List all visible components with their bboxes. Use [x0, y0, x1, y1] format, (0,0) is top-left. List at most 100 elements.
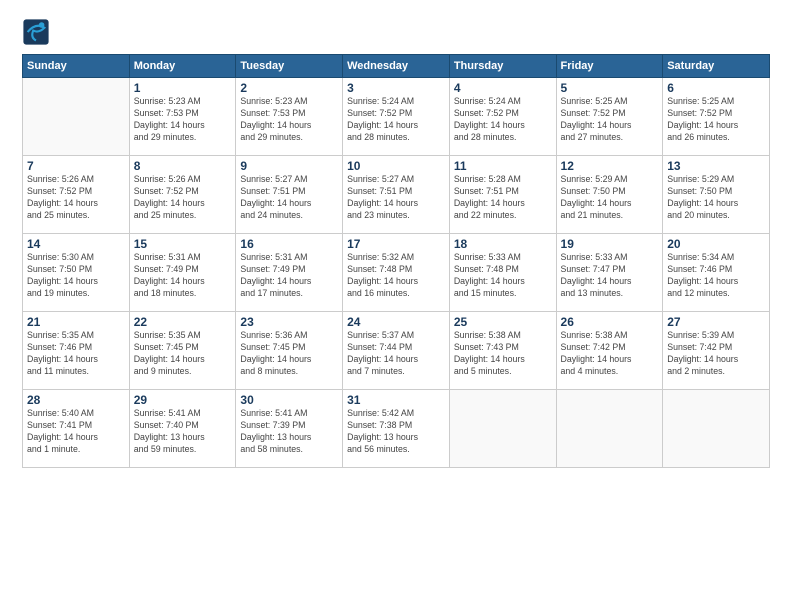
day-info: Sunrise: 5:32 AM Sunset: 7:48 PM Dayligh… [347, 252, 445, 300]
calendar-cell: 5Sunrise: 5:25 AM Sunset: 7:52 PM Daylig… [556, 78, 663, 156]
day-number: 29 [134, 393, 232, 407]
day-info: Sunrise: 5:28 AM Sunset: 7:51 PM Dayligh… [454, 174, 552, 222]
day-number: 11 [454, 159, 552, 173]
header [22, 18, 770, 46]
day-info: Sunrise: 5:25 AM Sunset: 7:52 PM Dayligh… [561, 96, 659, 144]
day-number: 4 [454, 81, 552, 95]
day-info: Sunrise: 5:41 AM Sunset: 7:40 PM Dayligh… [134, 408, 232, 456]
day-number: 5 [561, 81, 659, 95]
calendar-cell: 7Sunrise: 5:26 AM Sunset: 7:52 PM Daylig… [23, 156, 130, 234]
day-number: 14 [27, 237, 125, 251]
day-info: Sunrise: 5:40 AM Sunset: 7:41 PM Dayligh… [27, 408, 125, 456]
day-info: Sunrise: 5:33 AM Sunset: 7:47 PM Dayligh… [561, 252, 659, 300]
day-info: Sunrise: 5:23 AM Sunset: 7:53 PM Dayligh… [134, 96, 232, 144]
weekday-header: Sunday [23, 55, 130, 78]
calendar-cell: 21Sunrise: 5:35 AM Sunset: 7:46 PM Dayli… [23, 312, 130, 390]
day-info: Sunrise: 5:27 AM Sunset: 7:51 PM Dayligh… [240, 174, 338, 222]
day-number: 13 [667, 159, 765, 173]
day-number: 6 [667, 81, 765, 95]
day-number: 28 [27, 393, 125, 407]
calendar-cell: 26Sunrise: 5:38 AM Sunset: 7:42 PM Dayli… [556, 312, 663, 390]
day-number: 20 [667, 237, 765, 251]
calendar-cell: 1Sunrise: 5:23 AM Sunset: 7:53 PM Daylig… [129, 78, 236, 156]
day-number: 21 [27, 315, 125, 329]
day-info: Sunrise: 5:25 AM Sunset: 7:52 PM Dayligh… [667, 96, 765, 144]
calendar-cell: 16Sunrise: 5:31 AM Sunset: 7:49 PM Dayli… [236, 234, 343, 312]
calendar-week-row: 1Sunrise: 5:23 AM Sunset: 7:53 PM Daylig… [23, 78, 770, 156]
day-number: 10 [347, 159, 445, 173]
weekday-header-row: SundayMondayTuesdayWednesdayThursdayFrid… [23, 55, 770, 78]
day-number: 15 [134, 237, 232, 251]
day-info: Sunrise: 5:35 AM Sunset: 7:46 PM Dayligh… [27, 330, 125, 378]
calendar-cell: 31Sunrise: 5:42 AM Sunset: 7:38 PM Dayli… [343, 390, 450, 468]
logo [22, 18, 54, 46]
day-info: Sunrise: 5:37 AM Sunset: 7:44 PM Dayligh… [347, 330, 445, 378]
day-info: Sunrise: 5:36 AM Sunset: 7:45 PM Dayligh… [240, 330, 338, 378]
calendar-cell: 25Sunrise: 5:38 AM Sunset: 7:43 PM Dayli… [449, 312, 556, 390]
day-info: Sunrise: 5:42 AM Sunset: 7:38 PM Dayligh… [347, 408, 445, 456]
calendar-week-row: 21Sunrise: 5:35 AM Sunset: 7:46 PM Dayli… [23, 312, 770, 390]
calendar-week-row: 14Sunrise: 5:30 AM Sunset: 7:50 PM Dayli… [23, 234, 770, 312]
weekday-header: Saturday [663, 55, 770, 78]
day-info: Sunrise: 5:31 AM Sunset: 7:49 PM Dayligh… [134, 252, 232, 300]
day-info: Sunrise: 5:41 AM Sunset: 7:39 PM Dayligh… [240, 408, 338, 456]
day-info: Sunrise: 5:27 AM Sunset: 7:51 PM Dayligh… [347, 174, 445, 222]
calendar-cell: 6Sunrise: 5:25 AM Sunset: 7:52 PM Daylig… [663, 78, 770, 156]
calendar-cell: 12Sunrise: 5:29 AM Sunset: 7:50 PM Dayli… [556, 156, 663, 234]
day-info: Sunrise: 5:33 AM Sunset: 7:48 PM Dayligh… [454, 252, 552, 300]
day-number: 26 [561, 315, 659, 329]
calendar-cell: 9Sunrise: 5:27 AM Sunset: 7:51 PM Daylig… [236, 156, 343, 234]
day-info: Sunrise: 5:30 AM Sunset: 7:50 PM Dayligh… [27, 252, 125, 300]
day-info: Sunrise: 5:26 AM Sunset: 7:52 PM Dayligh… [134, 174, 232, 222]
calendar-cell: 18Sunrise: 5:33 AM Sunset: 7:48 PM Dayli… [449, 234, 556, 312]
day-number: 27 [667, 315, 765, 329]
calendar-cell: 8Sunrise: 5:26 AM Sunset: 7:52 PM Daylig… [129, 156, 236, 234]
calendar-cell: 3Sunrise: 5:24 AM Sunset: 7:52 PM Daylig… [343, 78, 450, 156]
day-info: Sunrise: 5:29 AM Sunset: 7:50 PM Dayligh… [561, 174, 659, 222]
day-info: Sunrise: 5:24 AM Sunset: 7:52 PM Dayligh… [347, 96, 445, 144]
day-info: Sunrise: 5:38 AM Sunset: 7:43 PM Dayligh… [454, 330, 552, 378]
calendar-cell [556, 390, 663, 468]
day-number: 25 [454, 315, 552, 329]
day-number: 18 [454, 237, 552, 251]
day-info: Sunrise: 5:24 AM Sunset: 7:52 PM Dayligh… [454, 96, 552, 144]
day-number: 24 [347, 315, 445, 329]
calendar-cell [449, 390, 556, 468]
day-number: 19 [561, 237, 659, 251]
day-number: 23 [240, 315, 338, 329]
calendar-cell [663, 390, 770, 468]
calendar-week-row: 28Sunrise: 5:40 AM Sunset: 7:41 PM Dayli… [23, 390, 770, 468]
weekday-header: Thursday [449, 55, 556, 78]
calendar-cell: 28Sunrise: 5:40 AM Sunset: 7:41 PM Dayli… [23, 390, 130, 468]
day-number: 30 [240, 393, 338, 407]
weekday-header: Tuesday [236, 55, 343, 78]
calendar-cell [23, 78, 130, 156]
calendar-cell: 30Sunrise: 5:41 AM Sunset: 7:39 PM Dayli… [236, 390, 343, 468]
day-number: 7 [27, 159, 125, 173]
calendar-cell: 13Sunrise: 5:29 AM Sunset: 7:50 PM Dayli… [663, 156, 770, 234]
calendar-cell: 19Sunrise: 5:33 AM Sunset: 7:47 PM Dayli… [556, 234, 663, 312]
calendar-cell: 23Sunrise: 5:36 AM Sunset: 7:45 PM Dayli… [236, 312, 343, 390]
calendar: SundayMondayTuesdayWednesdayThursdayFrid… [22, 54, 770, 468]
day-info: Sunrise: 5:26 AM Sunset: 7:52 PM Dayligh… [27, 174, 125, 222]
calendar-cell: 17Sunrise: 5:32 AM Sunset: 7:48 PM Dayli… [343, 234, 450, 312]
day-number: 3 [347, 81, 445, 95]
page: SundayMondayTuesdayWednesdayThursdayFrid… [0, 0, 792, 612]
day-number: 2 [240, 81, 338, 95]
day-info: Sunrise: 5:35 AM Sunset: 7:45 PM Dayligh… [134, 330, 232, 378]
calendar-week-row: 7Sunrise: 5:26 AM Sunset: 7:52 PM Daylig… [23, 156, 770, 234]
calendar-cell: 4Sunrise: 5:24 AM Sunset: 7:52 PM Daylig… [449, 78, 556, 156]
day-number: 22 [134, 315, 232, 329]
day-info: Sunrise: 5:39 AM Sunset: 7:42 PM Dayligh… [667, 330, 765, 378]
day-number: 1 [134, 81, 232, 95]
calendar-cell: 10Sunrise: 5:27 AM Sunset: 7:51 PM Dayli… [343, 156, 450, 234]
day-number: 16 [240, 237, 338, 251]
weekday-header: Monday [129, 55, 236, 78]
day-info: Sunrise: 5:38 AM Sunset: 7:42 PM Dayligh… [561, 330, 659, 378]
day-info: Sunrise: 5:29 AM Sunset: 7:50 PM Dayligh… [667, 174, 765, 222]
day-number: 9 [240, 159, 338, 173]
logo-icon [22, 18, 50, 46]
weekday-header: Wednesday [343, 55, 450, 78]
calendar-cell: 2Sunrise: 5:23 AM Sunset: 7:53 PM Daylig… [236, 78, 343, 156]
calendar-cell: 29Sunrise: 5:41 AM Sunset: 7:40 PM Dayli… [129, 390, 236, 468]
